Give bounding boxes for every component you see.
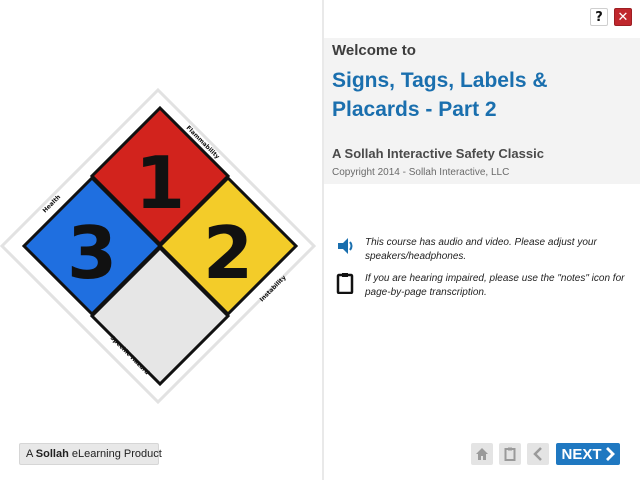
notes-button[interactable] [499, 443, 521, 465]
brand-name: Sollah [35, 448, 69, 460]
brand-suffix: eLearning Product [71, 448, 162, 460]
next-label: NEXT [561, 445, 602, 463]
speaker-icon [336, 236, 358, 260]
health-number: 3 [67, 211, 117, 295]
notes-notice: If you are hearing impaired, please use … [336, 272, 632, 300]
chevron-right-icon [605, 447, 615, 461]
flammability-number: 1 [135, 141, 185, 225]
help-icon[interactable]: ? [590, 8, 608, 26]
left-panel: 1 3 2 Flammability Health Instability Sp… [0, 0, 322, 480]
title-band: Welcome to Signs, Tags, Labels & Placard… [324, 38, 640, 184]
nfpa-placard-image: 1 3 2 Flammability Health Instability Sp… [0, 88, 322, 404]
audio-notice-text: This course has audio and video. Please … [365, 237, 597, 262]
chevron-left-icon [533, 447, 542, 461]
window-controls: ? ✕ [590, 8, 632, 26]
instability-number: 2 [203, 211, 253, 295]
home-icon [476, 448, 488, 460]
course-subtitle: A Sollah Interactive Safety Classic [332, 146, 544, 161]
welcome-text: Welcome to [332, 42, 416, 59]
brand-prefix: A [26, 448, 33, 460]
home-button[interactable] [471, 443, 493, 465]
course-title: Signs, Tags, Labels & Placards - Part 2 [332, 69, 548, 121]
audio-notice: This course has audio and video. Please … [336, 236, 632, 264]
back-button[interactable] [527, 443, 549, 465]
copyright-text: Copyright 2014 - Sollah Interactive, LLC [332, 167, 510, 178]
brand-badge: A Sollah eLearning Product [19, 443, 162, 465]
notes-icon [504, 447, 516, 461]
next-button[interactable]: NEXT [556, 443, 620, 465]
clipboard-icon [336, 272, 358, 296]
notes-notice-text: If you are hearing impaired, please use … [365, 273, 625, 298]
close-icon[interactable]: ✕ [614, 8, 632, 26]
